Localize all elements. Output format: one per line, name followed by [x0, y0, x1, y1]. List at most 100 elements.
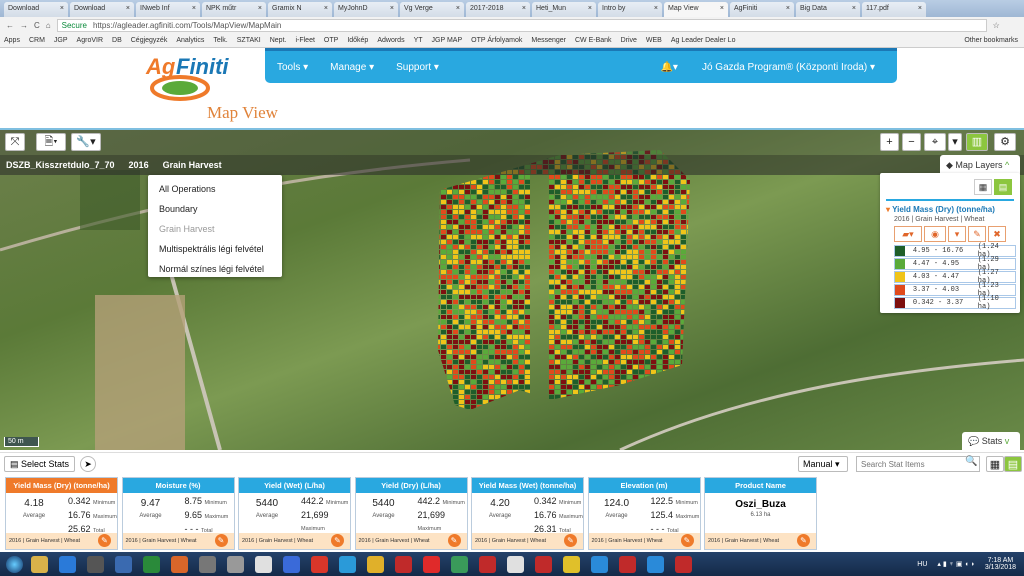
- browser-tab[interactable]: 117.pdf ×: [862, 2, 926, 17]
- reload-icon[interactable]: C: [34, 21, 40, 30]
- bookmark-item[interactable]: Drive: [621, 37, 637, 44]
- edit-pencil-icon[interactable]: ✎: [564, 534, 577, 547]
- taskbar-app-icon[interactable]: [619, 555, 636, 573]
- browser-tab[interactable]: 2017-2018 ×: [466, 2, 530, 17]
- back-icon[interactable]: ←: [6, 21, 14, 30]
- edit-pencil-icon[interactable]: ✎: [98, 534, 111, 547]
- grid-view-icon[interactable]: ▦: [986, 456, 1004, 472]
- locate-dropdown[interactable]: ▾: [948, 133, 962, 151]
- edit-pencil-icon[interactable]: ✎: [331, 534, 344, 547]
- taskbar-app-icon[interactable]: [563, 555, 580, 573]
- tray-icons[interactable]: ▴ ▮ ♆ ▣ ◖ ◗: [937, 560, 974, 568]
- taskbar-app-icon[interactable]: [87, 555, 104, 573]
- zoom-in-button[interactable]: +: [880, 133, 899, 151]
- browser-tab[interactable]: Gramix N ×: [268, 2, 332, 17]
- layer-name[interactable]: Yield Mass (Dry) (tonne/ha): [892, 205, 995, 214]
- legend-row[interactable]: 0.342 - 3.37 (1.10 ha): [894, 295, 1016, 311]
- url-input[interactable]: Secure https://agleader.agfiniti.com/Tool…: [56, 18, 987, 32]
- menu-item[interactable]: All Operations: [148, 179, 282, 199]
- taskbar-app-icon[interactable]: [507, 555, 524, 573]
- browser-tab[interactable]: Big Data ×: [796, 2, 860, 17]
- bookmark-item[interactable]: WEB: [646, 37, 662, 44]
- map-layers-toggle[interactable]: ◆ Map Layers ^: [940, 155, 1020, 175]
- mode-select[interactable]: Manual ▾: [798, 456, 848, 472]
- taskbar-app-icon[interactable]: [171, 555, 188, 573]
- taskbar-app-icon[interactable]: [675, 555, 692, 573]
- tab-close-icon[interactable]: ×: [324, 5, 328, 14]
- bookmark-item[interactable]: YT: [414, 37, 423, 44]
- bell-icon[interactable]: 🔔▾: [660, 62, 677, 73]
- bookmark-item[interactable]: Analytics: [176, 37, 204, 44]
- search-stat-input[interactable]: [856, 456, 980, 472]
- tab-close-icon[interactable]: ×: [720, 5, 724, 14]
- nav-tools[interactable]: Tools ▾: [277, 62, 308, 73]
- language-indicator[interactable]: HU: [917, 561, 927, 568]
- taskbar-app-icon[interactable]: [227, 555, 244, 573]
- bookmark-item[interactable]: Ag Leader Dealer Lo: [671, 37, 736, 44]
- stats-toggle[interactable]: 💬 Stats v: [962, 432, 1020, 450]
- stat-card[interactable]: Moisture (%) 9.47 Average 8.75 Minimum 9.65 …: [121, 477, 235, 550]
- forward-icon[interactable]: →: [20, 21, 28, 30]
- start-button[interactable]: [6, 555, 23, 573]
- taskbar-app-icon[interactable]: [395, 555, 412, 573]
- tab-close-icon[interactable]: ×: [456, 5, 460, 14]
- taskbar-app-icon[interactable]: [283, 555, 300, 573]
- grid-view-icon[interactable]: ▦: [974, 179, 992, 195]
- tab-close-icon[interactable]: ×: [258, 5, 262, 14]
- bookmark-item[interactable]: Messenger: [531, 37, 566, 44]
- stat-card[interactable]: Yield Mass (Dry) (tonne/ha) 4.18 Average 0.…: [5, 477, 118, 550]
- taskbar-app-icon[interactable]: [591, 555, 608, 573]
- taskbar-app-icon[interactable]: [199, 555, 216, 573]
- tab-close-icon[interactable]: ×: [60, 5, 64, 14]
- stat-card[interactable]: Yield Mass (Wet) (tonne/ha) 4.20 Average 0.…: [471, 477, 584, 550]
- edit-pencil-icon[interactable]: ✎: [447, 534, 461, 547]
- taskbar-app-icon[interactable]: [367, 555, 384, 573]
- bookmark-item[interactable]: OTP: [324, 37, 338, 44]
- star-icon[interactable]: ☆: [993, 21, 1000, 30]
- clock-time[interactable]: 7:18 AM: [985, 557, 1016, 564]
- taskbar-app-icon[interactable]: [59, 555, 76, 573]
- taskbar-app-icon[interactable]: [255, 555, 272, 573]
- report-dropdown-button[interactable]: 🗎▾: [36, 133, 66, 151]
- browser-tab[interactable]: Heti_Mun ×: [532, 2, 596, 17]
- taskbar-app-icon[interactable]: [451, 555, 468, 573]
- tab-close-icon[interactable]: ×: [588, 5, 592, 14]
- season-year[interactable]: 2016: [129, 160, 149, 170]
- bookmark-item[interactable]: JGP MAP: [432, 37, 463, 44]
- tab-close-icon[interactable]: ×: [918, 5, 922, 14]
- stat-card[interactable]: Yield (Wet) (L/ha) 5440 Average 442.2 Minim…: [238, 477, 351, 550]
- bookmark-item[interactable]: DB: [112, 37, 122, 44]
- visibility-eye-icon[interactable]: ◉: [924, 226, 946, 242]
- bookmark-item[interactable]: OTP Árfolyamok: [471, 37, 522, 44]
- home-icon[interactable]: ⌂: [46, 21, 51, 30]
- search-icon[interactable]: 🔍: [965, 456, 977, 467]
- browser-tab[interactable]: Download ×: [4, 2, 68, 17]
- tab-close-icon[interactable]: ×: [852, 5, 856, 14]
- bookmark-item[interactable]: Apps: [4, 37, 20, 44]
- taskbar-app-icon[interactable]: [535, 555, 552, 573]
- list-view-icon[interactable]: ▤: [1004, 456, 1022, 472]
- bookmark-item[interactable]: Cégjegyzék: [131, 37, 168, 44]
- tab-close-icon[interactable]: ×: [654, 5, 658, 14]
- menu-item[interactable]: Boundary: [148, 199, 282, 219]
- tab-close-icon[interactable]: ×: [786, 5, 790, 14]
- bookmark-item[interactable]: SZTAKI: [237, 37, 261, 44]
- taskbar-app-icon[interactable]: [423, 555, 440, 573]
- browser-tab[interactable]: Intro by ×: [598, 2, 662, 17]
- bookmark-item[interactable]: Nept.: [270, 37, 287, 44]
- bookmark-item[interactable]: CW E-Bank: [575, 37, 612, 44]
- edit-pencil-icon[interactable]: ✎: [214, 534, 228, 547]
- browser-tab[interactable]: AgFiniti ×: [730, 2, 794, 17]
- clock-date[interactable]: 3/13/2018: [985, 564, 1016, 571]
- taskbar-app-icon[interactable]: [115, 555, 132, 573]
- edit-pencil-icon[interactable]: ✎: [968, 226, 986, 242]
- bookmark-item[interactable]: JGP: [54, 37, 68, 44]
- tab-close-icon[interactable]: ×: [192, 5, 196, 14]
- stat-card[interactable]: Yield (Dry) (L/ha) 5440 Average 442.2 Minim…: [354, 477, 468, 550]
- remove-layer-icon[interactable]: ✖: [988, 226, 1006, 242]
- locate-button[interactable]: ⌖: [924, 133, 946, 151]
- operation-selector[interactable]: Grain Harvest: [163, 160, 222, 170]
- menu-item[interactable]: Normál színes légi felvétel: [148, 259, 282, 279]
- edit-pencil-icon[interactable]: ✎: [797, 534, 810, 547]
- select-stats-button[interactable]: ▤ Select Stats: [4, 456, 76, 472]
